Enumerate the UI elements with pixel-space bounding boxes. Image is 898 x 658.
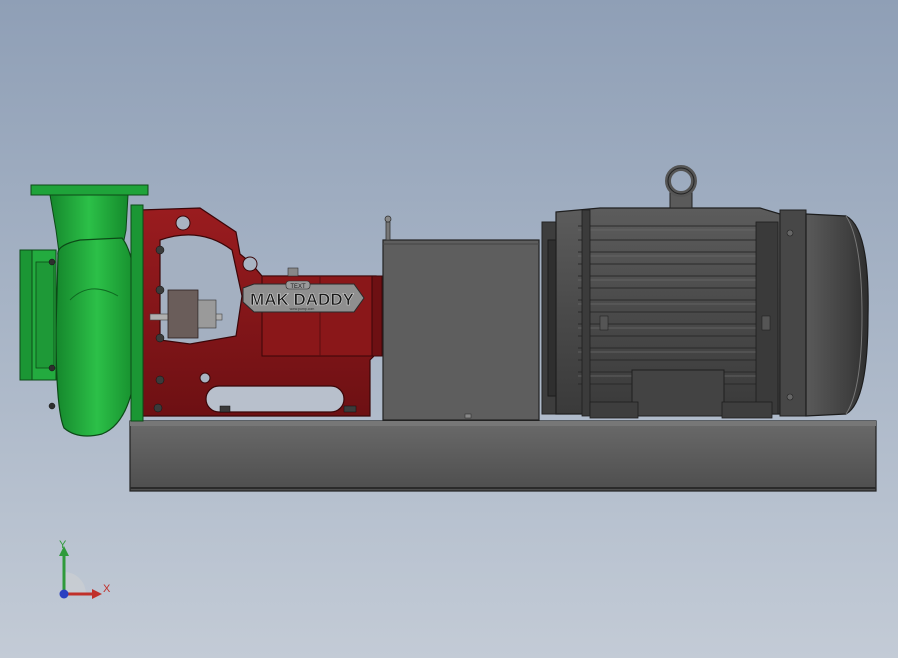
base-skid[interactable] [129,420,877,492]
brand-nameplate: TEXT MAK DADDY www.pump.com [242,280,365,313]
z-axis [59,589,69,599]
pump-assembly-model[interactable]: TEXT MAK DADDY www.pump.com [0,0,898,658]
y-axis-label: Y [59,539,67,551]
graphics-viewport[interactable]: TEXT MAK DADDY www.pump.com Y X [0,0,898,658]
coupling-guard[interactable] [382,215,540,421]
brand-subtitle: www.pump.com [290,307,315,311]
pump-casing[interactable] [19,184,149,437]
x-axis-label: X [103,583,111,595]
electric-motor[interactable] [541,165,869,419]
lifting-eye[interactable] [665,165,697,209]
orientation-triad[interactable]: Y X [48,538,118,604]
